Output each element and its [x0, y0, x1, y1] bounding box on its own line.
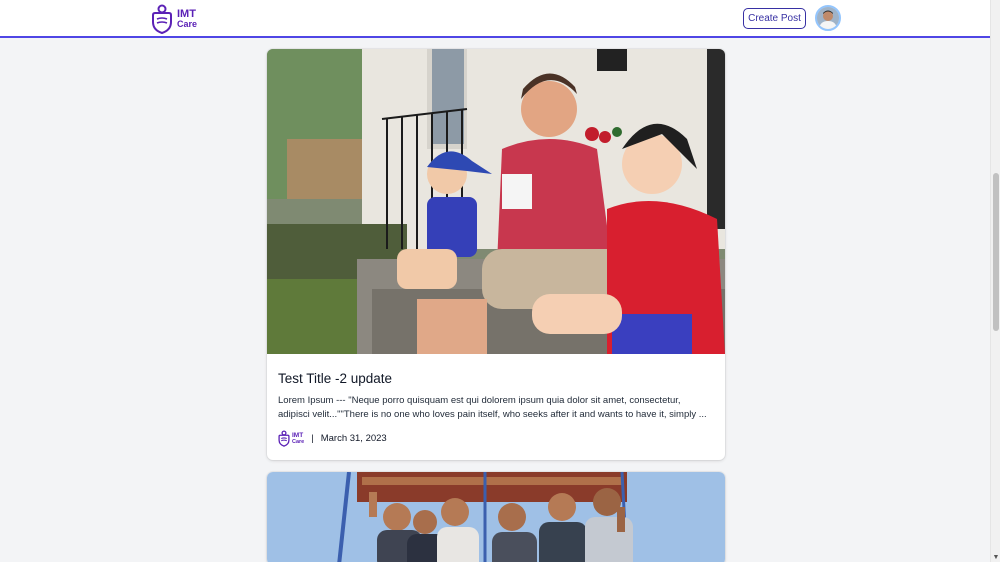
scrollbar-thumb[interactable] [993, 173, 999, 331]
page: IMT Care Create Post Test Title -2 updat… [0, 0, 990, 562]
user-avatar[interactable] [815, 5, 841, 31]
post-author[interactable]: IMT Care [278, 430, 304, 447]
create-post-button[interactable]: Create Post [743, 8, 806, 29]
post-image[interactable] [267, 472, 725, 562]
post-feed: Test Title -2 update Lorem Ipsum --- "Ne… [267, 49, 725, 562]
page-scrollbar[interactable]: ▼ [990, 0, 1000, 562]
brand-logo[interactable]: IMT Care [151, 4, 197, 34]
post-author-name: IMT Care [292, 432, 305, 445]
meta-separator: | [311, 433, 314, 444]
post-meta: IMT Care | March 31, 2023 [278, 430, 714, 447]
post-image[interactable] [267, 49, 725, 354]
post-excerpt: Lorem Ipsum --- "Neque porro quisquam es… [278, 395, 707, 420]
imt-care-logo-icon [152, 4, 172, 34]
user-avatar-icon [817, 7, 839, 29]
post-date: March 31, 2023 [320, 433, 387, 444]
brand-line-1: IMT [177, 8, 196, 20]
imt-care-logo-icon [278, 430, 290, 447]
post-title[interactable]: Test Title -2 update [278, 371, 714, 386]
post-body: Test Title -2 update Lorem Ipsum --- "Ne… [267, 354, 725, 460]
scroll-down-arrow-icon[interactable]: ▼ [991, 552, 1000, 562]
author-line-2: Care [292, 438, 305, 445]
post-card[interactable]: Test Title -2 update Lorem Ipsum --- "Ne… [267, 49, 725, 460]
brand-line-2: Care [177, 19, 198, 29]
navbar: IMT Care Create Post [0, 0, 990, 38]
post-card[interactable] [267, 472, 725, 562]
brand-name: IMT Care [177, 8, 198, 30]
